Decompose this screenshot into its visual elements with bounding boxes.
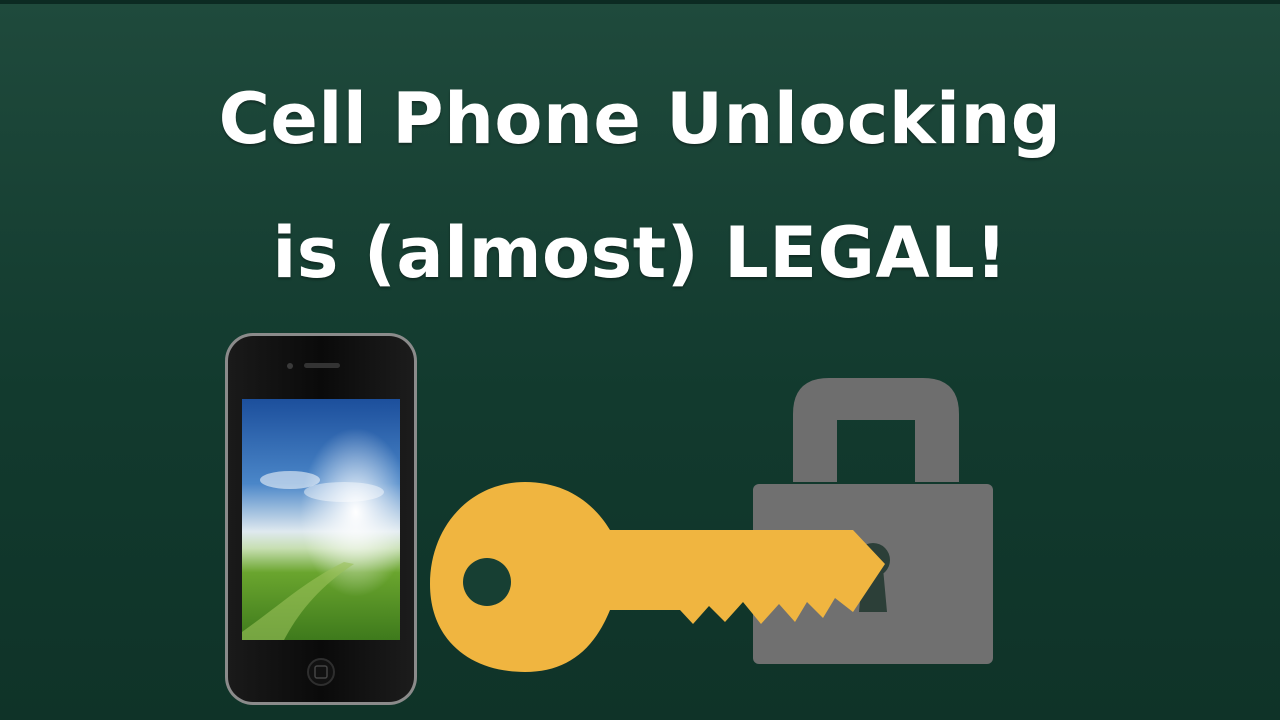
headline-line-2: is (almost) LEGAL!	[272, 212, 1008, 294]
top-border	[0, 0, 1280, 4]
headline-line-1: Cell Phone Unlocking	[218, 78, 1062, 160]
key-and-lock-illustration	[430, 378, 993, 672]
smartphone-icon	[224, 332, 418, 706]
padlock-icon	[753, 378, 993, 664]
